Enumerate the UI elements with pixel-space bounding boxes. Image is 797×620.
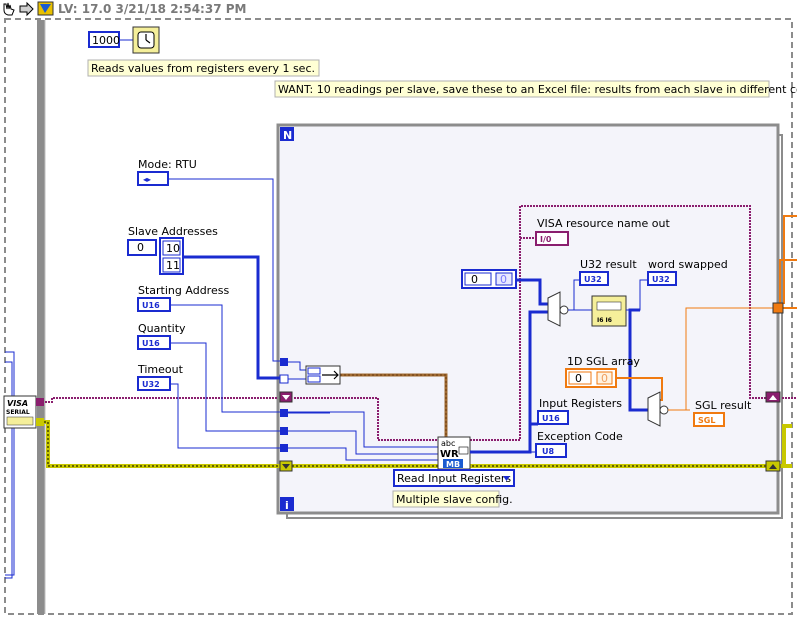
modbus-selector[interactable]: Read Input Registers bbox=[393, 469, 515, 487]
wait-comment: Reads values from registers every 1 sec. bbox=[91, 62, 315, 75]
output-tunnel[interactable] bbox=[772, 302, 784, 314]
slave-index-value: 0 bbox=[137, 241, 144, 254]
arrow-icon[interactable] bbox=[19, 1, 34, 17]
hand-icon[interactable] bbox=[3, 2, 15, 16]
exception-type: U8 bbox=[542, 447, 554, 456]
modbus-read-vi[interactable]: abc WR MB bbox=[437, 436, 471, 470]
wait-constant-value: 1000 bbox=[92, 34, 120, 47]
index-array-value: 0 bbox=[500, 273, 507, 286]
sgl-array-index: 0 bbox=[575, 372, 582, 385]
visa-out-type: I/0 bbox=[540, 235, 552, 244]
want-comment: WANT: 10 readings per slave, save these … bbox=[278, 83, 797, 96]
word-type: U32 bbox=[652, 275, 670, 284]
start-type: U16 bbox=[142, 301, 160, 310]
left-edge-wires bbox=[5, 351, 15, 579]
slave-label: Slave Addresses bbox=[128, 225, 218, 238]
exception-label: Exception Code bbox=[537, 430, 623, 443]
block-diagram: LV: 17.0 3/21/18 2:54:37 PM 1000 Reads v… bbox=[3, 1, 797, 615]
mode-label: Mode: RTU bbox=[138, 158, 197, 171]
index-array-index: 0 bbox=[471, 273, 478, 286]
want-comment-group: WANT: 10 readings per slave, save these … bbox=[274, 80, 797, 98]
toolbar: LV: 17.0 3/21/18 2:54:37 PM bbox=[3, 1, 246, 17]
modbus-comment-group: Multiple slave config. bbox=[392, 490, 513, 508]
svg-text:◂▸: ◂▸ bbox=[143, 175, 151, 184]
modbus-selector-value: Read Input Registers bbox=[397, 472, 511, 485]
u32-label: U32 result bbox=[580, 258, 637, 271]
visa-out-label: VISA resource name out bbox=[537, 217, 670, 230]
loop-iteration-label: i bbox=[285, 499, 289, 512]
modbus-bottom-text: MB bbox=[446, 460, 460, 469]
sgl-array-value: 0 bbox=[601, 372, 608, 385]
labview-icon[interactable] bbox=[37, 1, 54, 16]
input-registers-label: Input Registers bbox=[539, 397, 622, 410]
quantity-type: U16 bbox=[142, 339, 160, 348]
start-label: Starting Address bbox=[138, 284, 229, 297]
wait-group: 1000 Reads values from registers every 1… bbox=[87, 26, 320, 77]
modbus-mid-text: WR bbox=[440, 449, 459, 460]
swap-words-node[interactable]: I6 I6 bbox=[591, 295, 627, 327]
slave-value-1: 11 bbox=[166, 259, 180, 272]
loop-count-label: N bbox=[283, 129, 292, 142]
visa-serial-line1: VISA bbox=[7, 399, 28, 408]
wait-ms-icon[interactable] bbox=[132, 26, 160, 54]
word-swapped-label: word swapped bbox=[648, 258, 728, 271]
modbus-top-text: abc bbox=[441, 439, 455, 448]
u32-type: U32 bbox=[584, 275, 602, 284]
sgl-array-label: 1D SGL array bbox=[567, 355, 640, 368]
quantity-label: Quantity bbox=[138, 322, 186, 335]
timeout-label: Timeout bbox=[137, 363, 184, 376]
slave-value-0: 10 bbox=[166, 242, 180, 255]
bundle-by-name[interactable] bbox=[305, 365, 341, 385]
toolbar-title: LV: 17.0 3/21/18 2:54:37 PM bbox=[58, 2, 246, 16]
visa-serial-line2: SERIAL bbox=[6, 409, 30, 416]
modbus-comment: Multiple slave config. bbox=[396, 493, 513, 506]
input-registers-type: U16 bbox=[542, 414, 560, 423]
sgl-result-type: SGL bbox=[698, 416, 715, 425]
svg-text:I6 I6: I6 I6 bbox=[597, 317, 612, 324]
sgl-result-label: SGL result bbox=[695, 399, 752, 412]
timeout-type: U32 bbox=[142, 380, 160, 389]
